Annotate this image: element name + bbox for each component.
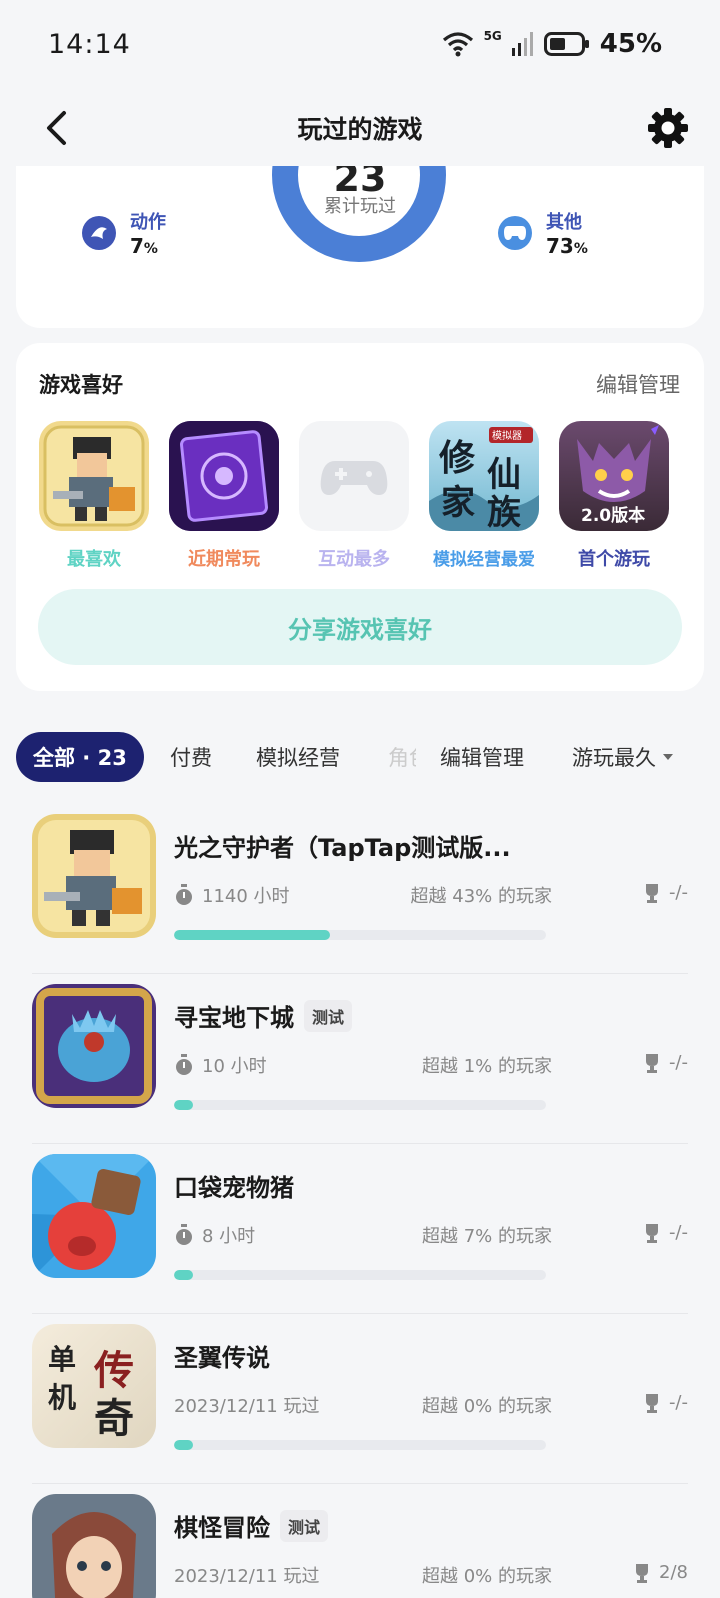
game-icon-guardian bbox=[39, 421, 149, 531]
pref-label: 互动最多 bbox=[318, 549, 390, 570]
clock: 14:14 bbox=[48, 28, 131, 60]
playtime: 1140 小时 bbox=[174, 882, 290, 908]
game-icon-pig bbox=[32, 1154, 156, 1278]
achievements: -/- bbox=[643, 1222, 688, 1243]
stat-other: 其他 73% bbox=[498, 208, 588, 258]
signal-icon bbox=[511, 32, 533, 56]
progress-bar bbox=[174, 1100, 546, 1110]
game-icon-chess-monster bbox=[32, 1494, 156, 1598]
beta-tag: 测试 bbox=[280, 1509, 329, 1542]
settings-button[interactable] bbox=[644, 102, 692, 154]
trophy-icon bbox=[645, 1223, 658, 1243]
progress-bar bbox=[174, 1440, 546, 1450]
prefs-title: 游戏喜好 bbox=[39, 373, 123, 397]
pref-label: 模拟经营最爱 bbox=[433, 550, 535, 570]
battery-icon bbox=[543, 32, 589, 56]
game-preferences-card: 游戏喜好 编辑管理 最喜欢 近期常玩 互动最多 模拟器 修 仙 家 族 模拟经营… bbox=[16, 343, 704, 691]
pref-label: 首个游玩 bbox=[578, 549, 650, 570]
stat-action-name: 动作 bbox=[130, 212, 166, 233]
pref-label: 近期常玩 bbox=[188, 549, 260, 570]
stats-card: 23 累计玩过 动作 7% 其他 73% bbox=[16, 166, 704, 328]
trophy-icon bbox=[636, 1563, 649, 1583]
achievements: -/- bbox=[643, 1392, 688, 1413]
percentile-text: 超越 0% 的玩家 bbox=[422, 1396, 552, 1417]
stat-action: 动作 7% bbox=[82, 208, 166, 258]
game-title: 圣翼传说 bbox=[174, 1344, 270, 1372]
game-row[interactable]: 单 机 传 奇 圣翼传说 2023/12/11 玩过 超越 0% 的玩家 -/- bbox=[32, 1310, 688, 1484]
percentile-text: 超越 1% 的玩家 bbox=[422, 1056, 552, 1077]
game-icon-guardian bbox=[32, 814, 156, 938]
action-genre-icon bbox=[82, 216, 116, 250]
gear-icon bbox=[648, 108, 688, 148]
top-nav: 玩过的游戏 bbox=[0, 88, 720, 168]
last-played: 2023/12/11 玩过 bbox=[174, 1396, 320, 1417]
sort-dropdown[interactable]: 游玩最久 bbox=[572, 742, 674, 772]
achievements: -/- bbox=[643, 1052, 688, 1073]
game-icon-demon: 2.0版本 bbox=[559, 421, 669, 531]
pref-label: 最喜欢 bbox=[67, 549, 121, 570]
game-icon-purple-card bbox=[169, 421, 279, 531]
beta-tag: 测试 bbox=[304, 999, 353, 1032]
stat-action-pct: 7% bbox=[130, 234, 158, 258]
progress-bar bbox=[174, 930, 546, 940]
gamepad-icon bbox=[498, 216, 532, 250]
stat-other-name: 其他 bbox=[546, 212, 582, 233]
game-icon-dungeon bbox=[32, 984, 156, 1108]
stopwatch-icon bbox=[176, 1224, 192, 1245]
game-row[interactable]: 口袋宠物猪 8 小时 超越 7% 的玩家 -/- bbox=[32, 1140, 688, 1314]
filter-tab-paid[interactable]: 付费 bbox=[170, 742, 212, 772]
pref-interaction[interactable]: 互动最多 bbox=[299, 421, 409, 571]
pref-recent[interactable]: 近期常玩 bbox=[169, 421, 279, 571]
filter-tab-sim[interactable]: 模拟经营 bbox=[256, 742, 340, 772]
filter-bar: 全部 · 23 付费 模拟经营 角色 编辑管理 游玩最久 bbox=[0, 732, 720, 784]
prefs-edit-button[interactable]: 编辑管理 bbox=[596, 369, 680, 399]
stopwatch-icon bbox=[176, 884, 192, 905]
percentile-text: 超越 43% 的玩家 bbox=[410, 886, 552, 907]
pref-favorite[interactable]: 最喜欢 bbox=[39, 421, 149, 571]
last-played: 2023/12/11 玩过 bbox=[174, 1566, 320, 1587]
game-title: 口袋宠物猪 bbox=[174, 1174, 294, 1202]
game-icon-xiuxian: 模拟器 修 仙 家 族 bbox=[429, 421, 539, 531]
chevron-left-icon bbox=[47, 111, 66, 145]
filter-chip-all[interactable]: 全部 · 23 bbox=[16, 732, 144, 782]
stat-other-pct: 73% bbox=[546, 234, 588, 258]
game-title: 棋怪冒险 测试 bbox=[174, 1508, 329, 1543]
achievements: -/- bbox=[643, 882, 688, 903]
caret-down-icon bbox=[663, 754, 673, 760]
share-preferences-button[interactable]: 分享游戏喜好 bbox=[38, 589, 682, 665]
game-title: 光之守护者（TapTap测试版... bbox=[174, 834, 511, 862]
placeholder-gamepad-icon bbox=[299, 421, 409, 531]
trophy-icon bbox=[645, 883, 658, 903]
xiuxian-top-text: 模拟器 bbox=[492, 431, 522, 442]
pref-first-game[interactable]: 2.0版本 首个游玩 bbox=[559, 421, 669, 571]
trophy-icon bbox=[645, 1393, 658, 1413]
game-icon-shengyi: 单 机 传 奇 bbox=[32, 1324, 156, 1448]
playtime: 8 小时 bbox=[174, 1222, 255, 1248]
achievements: 2/8 bbox=[633, 1562, 688, 1583]
network-label: 5G bbox=[483, 29, 502, 43]
version-badge: 2.0版本 bbox=[581, 506, 646, 526]
wifi-icon bbox=[442, 32, 473, 57]
game-row[interactable]: 棋怪冒险 测试 2023/12/11 玩过 超越 0% 的玩家 2/8 bbox=[32, 1480, 688, 1598]
game-title: 寻宝地下城 测试 bbox=[174, 998, 353, 1033]
status-icons: 5G 45% bbox=[442, 29, 662, 59]
page-title: 玩过的游戏 bbox=[297, 115, 423, 144]
game-row[interactable]: 光之守护者（TapTap测试版... 1140 小时 超越 43% 的玩家 -/… bbox=[32, 800, 688, 974]
filter-tab-rpg[interactable]: 角色 bbox=[388, 742, 416, 772]
game-row[interactable]: 寻宝地下城 测试 10 小时 超越 1% 的玩家 -/- bbox=[32, 970, 688, 1144]
pref-sim-favorite[interactable]: 模拟器 修 仙 家 族 模拟经营最爱 bbox=[429, 421, 539, 570]
trophy-icon bbox=[645, 1053, 658, 1073]
progress-bar bbox=[174, 1270, 546, 1280]
stopwatch-icon bbox=[176, 1054, 192, 1075]
percentile-text: 超越 0% 的玩家 bbox=[422, 1566, 552, 1587]
battery-level: 45% bbox=[599, 29, 662, 59]
percentile-text: 超越 7% 的玩家 bbox=[422, 1226, 552, 1247]
sort-label: 游玩最久 bbox=[572, 746, 656, 770]
playtime: 10 小时 bbox=[174, 1052, 267, 1078]
filter-edit-button[interactable]: 编辑管理 bbox=[440, 742, 524, 772]
back-button[interactable] bbox=[36, 104, 76, 152]
status-bar: 14:14 5G 45% bbox=[0, 0, 720, 88]
